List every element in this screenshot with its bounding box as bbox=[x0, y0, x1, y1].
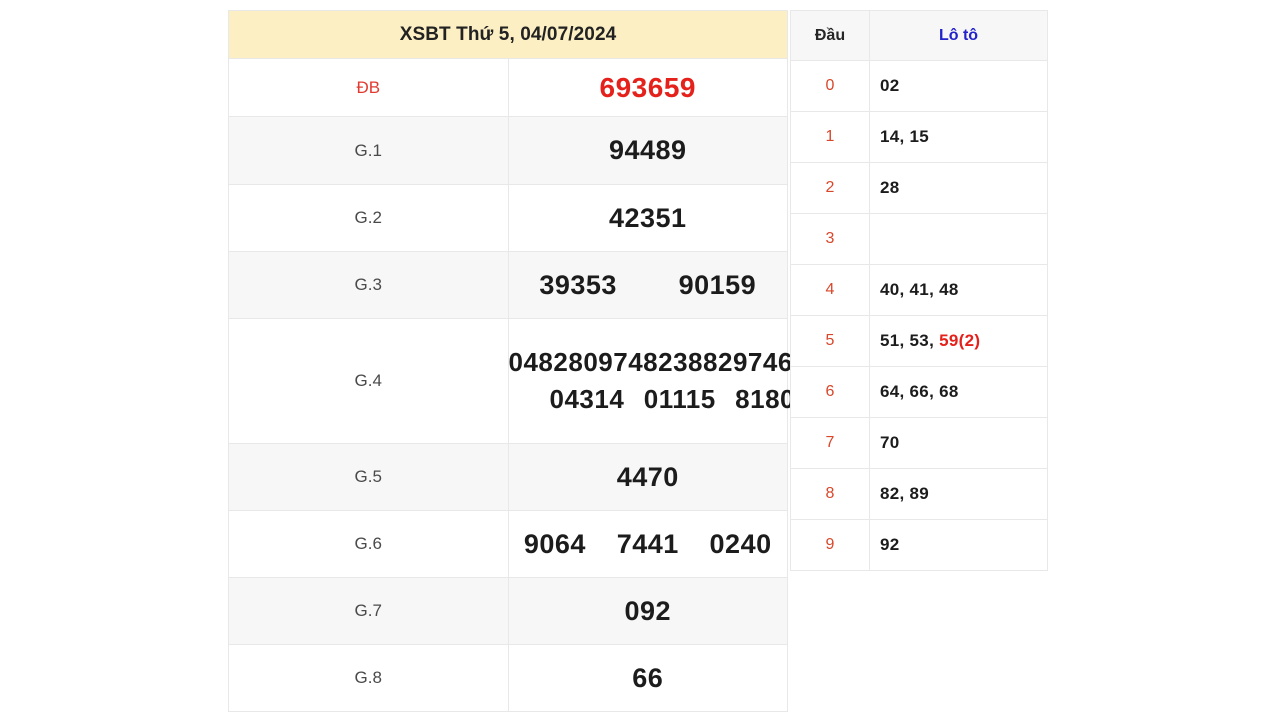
loto-key: 2 bbox=[790, 162, 870, 214]
prize-label-g1: G.1 bbox=[228, 116, 509, 185]
loto-values-highlight: 59(2) bbox=[939, 331, 981, 350]
prize-number: 94489 bbox=[608, 135, 687, 165]
loto-row: 0 02 bbox=[790, 60, 1048, 112]
loto-values-plain: 40, 41, 48 bbox=[880, 280, 959, 299]
prize-number: 66 bbox=[632, 662, 664, 693]
table-row-g4: G.4 04828 09748 23882 97468 04314 01115 … bbox=[228, 318, 809, 444]
loto-values-plain: 82, 89 bbox=[880, 484, 930, 503]
page-title: XSBT Thứ 5, 04/07/2024 bbox=[228, 10, 788, 59]
prize-number: 04314 bbox=[549, 384, 625, 414]
prize-results-table: XSBT Thứ 5, 04/07/2024 ĐB 693659 G.1 944… bbox=[228, 10, 809, 712]
prize-label-g8: G.8 bbox=[228, 644, 509, 712]
table-row-g8: G.8 66 bbox=[228, 644, 788, 712]
loto-key: 5 bbox=[790, 315, 870, 367]
loto-values: 02 bbox=[869, 60, 1048, 112]
loto-header-dau: Đầu bbox=[790, 10, 870, 61]
prize-label-g2: G.2 bbox=[228, 184, 509, 252]
table-row-g1: G.1 94489 bbox=[228, 116, 788, 185]
prize-label-g3: G.3 bbox=[228, 251, 509, 319]
loto-header-loto: Lô tô bbox=[869, 10, 1048, 61]
prize-values-g6: 9064 7441 0240 bbox=[507, 510, 788, 578]
prize-values-g4: 04828 09748 23882 97468 04314 01115 8180… bbox=[507, 318, 809, 444]
loto-header-row: Đầu Lô tô bbox=[790, 10, 1048, 61]
loto-key: 0 bbox=[790, 60, 870, 112]
prize-number: 04828 bbox=[508, 347, 584, 377]
table-row-g7: G.7 092 bbox=[228, 577, 788, 645]
loto-row: 2 28 bbox=[790, 162, 1048, 214]
loto-values: 92 bbox=[869, 519, 1048, 571]
table-row-g6: G.6 9064 7441 0240 bbox=[228, 510, 788, 578]
prize-number: 092 bbox=[624, 595, 672, 626]
table-row-g5: G.5 4470 bbox=[228, 443, 788, 511]
prize-label-g4: G.4 bbox=[228, 318, 509, 444]
prize-values-g5: 4470 bbox=[507, 443, 788, 511]
prize-number: 9064 bbox=[523, 528, 586, 559]
prize-number: 09748 bbox=[583, 347, 659, 377]
loto-row: 3 bbox=[790, 213, 1048, 265]
table-row-g3: G.3 39353 90159 bbox=[228, 251, 788, 319]
loto-key: 9 bbox=[790, 519, 870, 571]
loto-key: 8 bbox=[790, 468, 870, 520]
prize-number: 4470 bbox=[616, 461, 679, 492]
loto-values bbox=[869, 213, 1048, 265]
loto-key: 6 bbox=[790, 366, 870, 418]
loto-values: 51, 53, 59(2) bbox=[869, 315, 1048, 367]
prize-number: 39353 bbox=[539, 269, 617, 300]
loto-row: 8 82, 89 bbox=[790, 468, 1048, 520]
loto-summary-table: Đầu Lô tô 0 02 1 14, 15 2 28 3 4 40, 41,… bbox=[790, 10, 1048, 571]
loto-key: 3 bbox=[790, 213, 870, 265]
prize-values-db: 693659 bbox=[507, 58, 788, 117]
loto-values-plain: 64, 66, 68 bbox=[880, 382, 959, 401]
table-row-g2: G.2 42351 bbox=[228, 184, 788, 252]
loto-values-plain: 28 bbox=[880, 178, 900, 197]
prize-values-g3: 39353 90159 bbox=[507, 251, 788, 319]
loto-values-plain: 92 bbox=[880, 535, 900, 554]
prize-number: 693659 bbox=[599, 71, 696, 103]
loto-row: 5 51, 53, 59(2) bbox=[790, 315, 1048, 367]
loto-row: 4 40, 41, 48 bbox=[790, 264, 1048, 316]
prize-number: 0240 bbox=[709, 528, 772, 559]
prize-values-g1: 94489 bbox=[507, 116, 788, 185]
prize-label-g7: G.7 bbox=[228, 577, 509, 645]
loto-row: 9 92 bbox=[790, 519, 1048, 571]
prize-number: 23882 bbox=[658, 347, 733, 377]
loto-row: 1 14, 15 bbox=[790, 111, 1048, 163]
prize-values-g8: 66 bbox=[507, 644, 788, 712]
lottery-results-page: XSBT Thứ 5, 04/07/2024 ĐB 693659 G.1 944… bbox=[0, 0, 1280, 720]
loto-key: 4 bbox=[790, 264, 870, 316]
loto-key: 1 bbox=[790, 111, 870, 163]
loto-values: 82, 89 bbox=[869, 468, 1048, 520]
loto-values: 64, 66, 68 bbox=[869, 366, 1048, 418]
prize-number: 01115 bbox=[643, 384, 716, 414]
prize-label-g5: G.5 bbox=[228, 443, 509, 511]
loto-values-plain: 51, 53, bbox=[880, 331, 940, 350]
prize-values-g2: 42351 bbox=[507, 184, 788, 252]
loto-row: 7 70 bbox=[790, 417, 1048, 469]
prize-values-g7: 092 bbox=[507, 577, 788, 645]
loto-row: 6 64, 66, 68 bbox=[790, 366, 1048, 418]
prize-label-db: ĐB bbox=[228, 58, 509, 117]
prize-label-g6: G.6 bbox=[228, 510, 509, 578]
table-row-db: ĐB 693659 bbox=[228, 58, 788, 117]
loto-values: 28 bbox=[869, 162, 1048, 214]
loto-values-plain: 70 bbox=[880, 433, 900, 452]
loto-values-plain: 14, 15 bbox=[880, 127, 930, 146]
prize-number: 90159 bbox=[678, 269, 757, 300]
prize-number: 7441 bbox=[616, 528, 679, 559]
table-title-row: XSBT Thứ 5, 04/07/2024 bbox=[228, 10, 788, 59]
loto-values: 70 bbox=[869, 417, 1048, 469]
loto-key: 7 bbox=[790, 417, 870, 469]
loto-values: 40, 41, 48 bbox=[869, 264, 1048, 316]
loto-values: 14, 15 bbox=[869, 111, 1048, 163]
prize-number: 42351 bbox=[608, 202, 687, 233]
loto-values-plain: 02 bbox=[880, 76, 900, 95]
